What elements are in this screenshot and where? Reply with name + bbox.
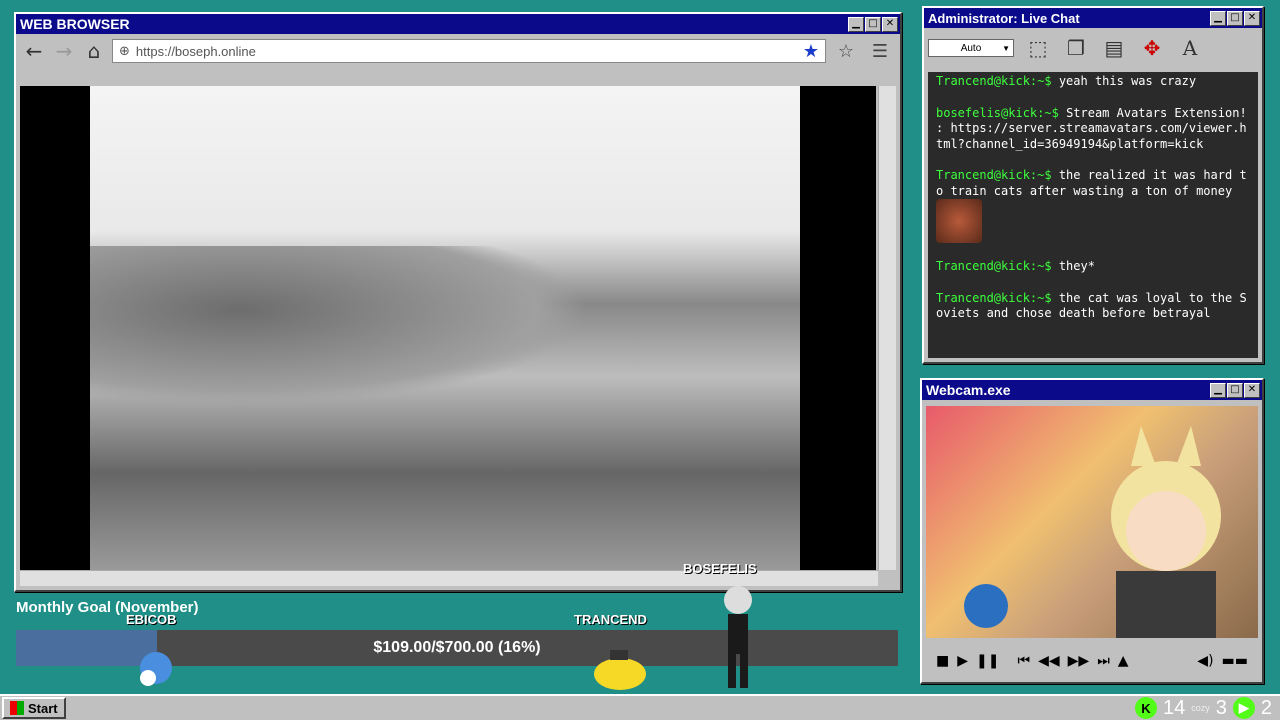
chat-message: Trancend@kick:~$ the cat was loyal to th…	[936, 291, 1250, 322]
chat-text: yeah this was crazy	[1058, 74, 1197, 88]
maximize-button[interactable]: □	[865, 16, 881, 32]
webcam-window: Webcam.exe ▁ □ ✕ ■ ▶ ❚❚ ⏮ ◀◀ ▶▶ ⏭ ▲ ◀) ▬…	[920, 378, 1264, 684]
copy-icon[interactable]: ❐	[1062, 34, 1090, 62]
close-button[interactable]: ✕	[1244, 10, 1260, 26]
avatar-name-ebicob: EBICOB	[126, 612, 177, 627]
font-icon[interactable]: A	[1176, 34, 1204, 62]
avatar-name-trancend: TRANCEND	[574, 612, 647, 627]
move-icon[interactable]: ✥	[1138, 34, 1166, 62]
laughing-emote-icon	[936, 199, 982, 243]
minimize-button[interactable]: ▁	[848, 16, 864, 32]
count-2: 2	[1260, 696, 1272, 719]
home-icon[interactable]: ⌂	[82, 39, 106, 63]
volume-icon[interactable]: ◀)	[1197, 653, 1213, 669]
favorites-star-icon[interactable]: ☆	[832, 41, 860, 62]
webcam-feed	[926, 406, 1258, 638]
start-label: Start	[28, 700, 58, 716]
menu-icon[interactable]: ☰	[866, 41, 894, 62]
close-button[interactable]: ✕	[1244, 382, 1260, 398]
live-chat-window: Administrator: Live Chat ▁ □ ✕ Auto ▼ ⬚ …	[922, 6, 1264, 364]
maximize-button[interactable]: □	[1227, 10, 1243, 26]
minimize-button[interactable]: ▁	[1210, 382, 1226, 398]
video-hill	[90, 246, 590, 406]
maximize-button[interactable]: □	[1227, 382, 1243, 398]
kick-icon[interactable]: K	[1134, 697, 1157, 719]
volume-slider[interactable]: ▬▬	[1222, 653, 1248, 669]
chat-toolbar: Auto ▼ ⬚ ❐ ▤ ✥ A	[924, 28, 1262, 68]
video-frame	[90, 86, 800, 570]
chat-text: they*	[1058, 259, 1095, 273]
chat-username: Trancend@kick:~$	[936, 259, 1052, 273]
avatar-illustration	[964, 426, 1221, 638]
taskbar: Start K 14 cozy 3 ▶ 2	[0, 694, 1280, 720]
webcam-titlebar[interactable]: Webcam.exe ▁ □ ✕	[922, 380, 1262, 400]
url-text: https://boseph.online	[135, 43, 256, 59]
address-bar[interactable]: ⊕ https://boseph.online ★	[112, 39, 826, 63]
size-select[interactable]: Auto ▼	[928, 39, 1014, 57]
ebicob-sprite	[140, 652, 172, 686]
skip-forward-icon[interactable]: ⏭	[1097, 653, 1110, 669]
chat-message: Trancend@kick:~$ yeah this was crazy	[936, 74, 1250, 90]
paste-icon[interactable]: ▤	[1100, 34, 1128, 62]
browser-navbar: ← → ⌂ ⊕ https://boseph.online ★ ☆ ☰	[16, 34, 900, 68]
rewind-icon[interactable]: ◀◀	[1038, 653, 1060, 669]
vertical-scrollbar[interactable]	[878, 86, 896, 570]
select-icon[interactable]: ⬚	[1024, 34, 1052, 62]
chat-username: bosefelis@kick:~$	[936, 105, 1059, 120]
globe-icon: ⊕	[119, 43, 130, 59]
chat-message: Trancend@kick:~$ the realized it was har…	[936, 168, 1250, 243]
play-icon[interactable]: ▶	[957, 653, 968, 669]
chat-username: Trancend@kick:~$	[936, 290, 1052, 305]
start-button[interactable]: Start	[2, 697, 66, 719]
chat-title: Administrator: Live Chat	[928, 10, 1080, 26]
stop-icon[interactable]: ■	[936, 653, 949, 669]
size-select-value: Auto	[960, 42, 982, 54]
back-arrow-icon[interactable]: ←	[22, 39, 46, 63]
count-3: 3	[1215, 696, 1227, 719]
windows-logo-icon	[10, 701, 24, 715]
bookmark-star-icon[interactable]: ★	[803, 41, 819, 62]
avatar-name-bosefelis: BOSEFELIS	[683, 561, 757, 576]
chat-titlebar[interactable]: Administrator: Live Chat ▁ □ ✕	[924, 8, 1262, 28]
cozy-label: cozy	[1191, 703, 1210, 713]
kick-count: 14	[1162, 696, 1186, 719]
bosefelis-sprite	[724, 586, 752, 688]
fast-forward-icon[interactable]: ▶▶	[1068, 653, 1090, 669]
eject-icon[interactable]: ▲	[1118, 653, 1129, 669]
chevron-down-icon: ▼	[1002, 43, 1010, 53]
close-button[interactable]: ✕	[882, 16, 898, 32]
video-viewport[interactable]	[20, 86, 876, 570]
chat-username: Trancend@kick:~$	[936, 168, 1052, 182]
browser-titlebar[interactable]: WEB BROWSER ▁ □ ✕	[16, 14, 900, 34]
webcam-title: Webcam.exe	[926, 382, 1011, 398]
chat-username: Trancend@kick:~$	[936, 74, 1052, 88]
chat-message: bosefelis@kick:~$ Stream Avatars Extensi…	[936, 106, 1250, 153]
pause-icon[interactable]: ❚❚	[976, 653, 999, 669]
browser-title: WEB BROWSER	[20, 16, 130, 32]
skip-back-icon[interactable]: ⏮	[1017, 653, 1030, 669]
trancend-sprite	[594, 650, 646, 690]
media-controls: ■ ▶ ❚❚ ⏮ ◀◀ ▶▶ ⏭ ▲ ◀) ▬▬	[926, 646, 1258, 676]
play-circle-icon[interactable]: ▶	[1232, 697, 1255, 719]
chat-message: Trancend@kick:~$ they*	[936, 259, 1250, 275]
forward-arrow-icon[interactable]: →	[52, 39, 76, 63]
browser-window: WEB BROWSER ▁ □ ✕ ← → ⌂ ⊕ https://boseph…	[14, 12, 902, 592]
chat-messages: Trancend@kick:~$ yeah this was crazy bos…	[928, 72, 1258, 358]
minimize-button[interactable]: ▁	[1210, 10, 1226, 26]
system-tray: K 14 cozy 3 ▶ 2	[1134, 696, 1278, 720]
